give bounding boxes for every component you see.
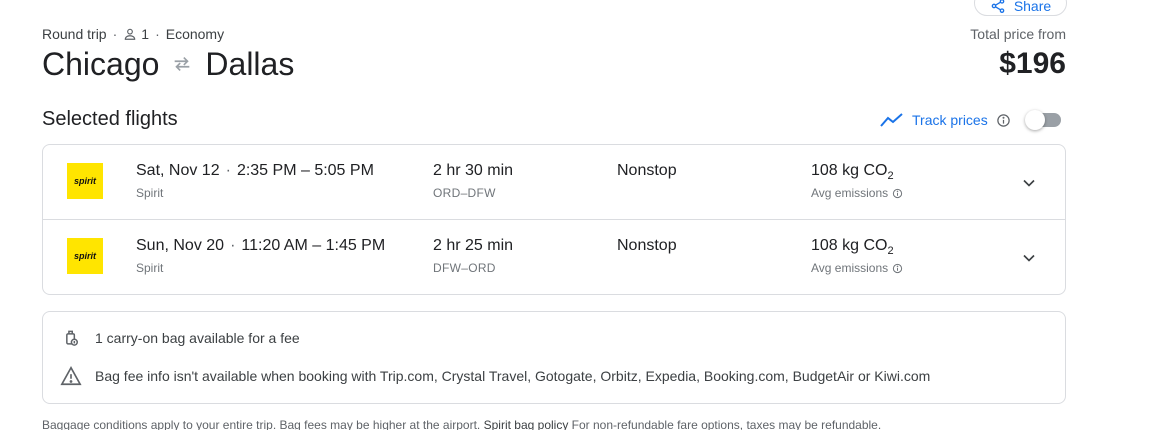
cabin-class: Economy [165, 26, 225, 42]
destination-city: Dallas [205, 46, 295, 82]
luggage-icon [59, 326, 83, 350]
emissions-label: Avg emissions [811, 261, 903, 275]
share-icon [991, 0, 1005, 13]
flight-time-range: 2:35 PM – 5:05 PM [236, 162, 374, 179]
carry-on-info: 1 carry-on bag available for a fee [43, 326, 1065, 350]
emissions-label: Avg emissions [811, 186, 903, 200]
co2-value: 108 kg CO2 [811, 237, 894, 257]
baggage-footnote: Baggage conditions apply to your entire … [42, 418, 881, 430]
separator-dot: · [230, 237, 236, 254]
share-button[interactable]: Share [974, 0, 1067, 16]
flight-stops: Nonstop [617, 237, 677, 254]
co2-subscript: 2 [887, 170, 894, 183]
share-label: Share [1013, 0, 1052, 14]
flight-airports: DFW–ORD [433, 261, 496, 275]
selected-flights-title: Selected flights [42, 108, 178, 130]
selected-flights-list: spirit Sat, Nov 12 · 2:35 PM – 5:05 PM Spi… [42, 144, 1066, 295]
track-prices[interactable]: Track prices [880, 108, 1061, 132]
track-prices-label: Track prices [912, 112, 988, 128]
co2-subscript: 2 [887, 245, 894, 258]
footnote-text: Baggage conditions apply to your entire … [42, 418, 481, 430]
chevron-down-icon[interactable] [1019, 173, 1039, 193]
trend-icon [880, 113, 903, 127]
flight-duration: 2 hr 30 min [433, 162, 514, 179]
trip-type: Round trip [42, 26, 107, 42]
flight-airports: ORD–DFW [433, 186, 496, 200]
flight-date: Sun, Nov 20 [136, 237, 225, 254]
bag-policy-link[interactable]: Spirit bag policy [484, 418, 569, 430]
person-icon [125, 28, 136, 40]
flight-row[interactable]: spirit Sun, Nov 20 · 11:20 AM – 1:45 PM Sp… [43, 220, 1065, 295]
flight-time-range: 11:20 AM – 1:45 PM [241, 237, 386, 254]
trip-meta: Round trip · 1 · Economy [42, 26, 224, 42]
separator-dot: · [225, 162, 231, 179]
passenger-number: 1 [141, 26, 150, 42]
emissions-text: Avg emissions [811, 261, 889, 275]
bag-fee-text: Bag fee info isn't available when bookin… [95, 368, 931, 384]
flight-date: Sat, Nov 12 [136, 162, 220, 179]
footnote-text-2: For non-refundable fare options, taxes m… [571, 418, 882, 430]
info-icon[interactable] [892, 188, 903, 199]
total-price: $196 [999, 47, 1066, 80]
co2-value: 108 kg CO2 [811, 162, 894, 182]
flight-times: Sat, Nov 12 · 2:35 PM – 5:05 PM [136, 162, 374, 180]
airline-name: Spirit [136, 186, 164, 200]
flight-stops: Nonstop [617, 162, 677, 179]
spirit-logo: spirit [67, 238, 103, 274]
passenger-count: 1 [123, 26, 149, 42]
flight-duration: 2 hr 25 min [433, 237, 514, 254]
track-prices-toggle[interactable] [1024, 110, 1061, 130]
toggle-knob [1024, 110, 1045, 130]
bag-fee-warning: Bag fee info isn't available when bookin… [43, 364, 1065, 388]
separator-dot: · [155, 26, 160, 42]
airline-name: Spirit [136, 261, 164, 275]
round-trip-arrows-icon [175, 56, 190, 72]
carry-on-text: 1 carry-on bag available for a fee [95, 330, 300, 346]
total-price-label: Total price from [970, 26, 1066, 42]
route-title: Chicago Dallas [42, 46, 294, 82]
flight-times: Sun, Nov 20 · 11:20 AM – 1:45 PM [136, 237, 385, 255]
flight-row[interactable]: spirit Sat, Nov 12 · 2:35 PM – 5:05 PM Spi… [43, 145, 1065, 220]
spirit-logo: spirit [67, 163, 103, 199]
emissions-text: Avg emissions [811, 186, 889, 200]
baggage-info: 1 carry-on bag available for a fee Bag f… [42, 311, 1066, 404]
info-icon[interactable] [996, 113, 1011, 128]
separator-dot: · [112, 26, 118, 42]
chevron-down-icon[interactable] [1019, 248, 1039, 268]
warning-icon [59, 364, 83, 388]
info-icon[interactable] [892, 263, 903, 274]
co2-amount: 108 kg CO [811, 162, 888, 179]
co2-amount: 108 kg CO [811, 237, 888, 254]
origin-city: Chicago [42, 46, 160, 82]
